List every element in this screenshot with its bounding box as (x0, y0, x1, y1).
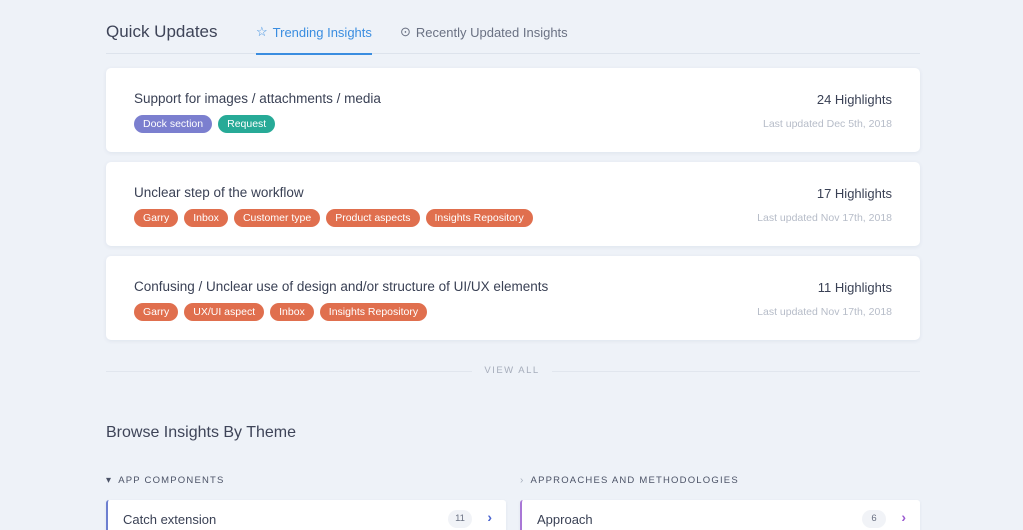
theme-count-badge: 6 (862, 510, 886, 528)
tag[interactable]: Request (218, 115, 276, 133)
group-label: APP COMPONENTS (118, 475, 225, 486)
highlights-count: 11 Highlights (817, 280, 892, 295)
chevron-down-icon: ▾ (106, 475, 113, 486)
theme-count-badge: 11 (448, 510, 472, 528)
insight-title: Unclear step of the workflow (134, 185, 304, 200)
tag[interactable]: UX/UI aspect (184, 303, 265, 321)
insight-title: Confusing / Unclear use of design and/or… (134, 279, 549, 294)
tag[interactable]: Product aspects (326, 209, 420, 227)
quick-updates-header: Quick Updates ☆ Trending Insights ⊙ Rece… (106, 8, 920, 55)
insight-card[interactable]: Unclear step of the workflow Garry Inbox… (106, 162, 920, 246)
star-icon: ☆ (256, 24, 268, 39)
tag[interactable]: Customer type (233, 209, 321, 227)
insight-title: Support for images / attachments / media (134, 91, 381, 106)
page: Quick Updates ☆ Trending Insights ⊙ Rece… (0, 0, 1023, 530)
highlights-count: 24 Highlights (816, 92, 892, 107)
theme-item-approach[interactable]: Approach 6 › (520, 500, 920, 530)
highlights-count: 17 Highlights (816, 186, 892, 201)
tag[interactable]: Dock section (134, 115, 213, 133)
group-toggle-app-components[interactable]: ▾ APP COMPONENTS (106, 475, 225, 486)
group-toggle-approaches[interactable]: › APPROACHES AND METHODOLOGIES (520, 475, 739, 486)
theme-label: Approach (537, 512, 593, 527)
theme-item-catch-extension[interactable]: Catch extension 11 › (106, 500, 506, 530)
last-updated: Last updated Dec 5th, 2018 (762, 118, 892, 130)
last-updated: Last updated Nov 17th, 2018 (757, 212, 892, 224)
chevron-right-icon: › (520, 475, 525, 486)
tag[interactable]: Garry (134, 303, 179, 321)
view-all-link[interactable]: VIEW ALL (472, 365, 552, 376)
last-updated: Last updated Nov 17th, 2018 (757, 306, 892, 318)
insight-card[interactable]: Support for images / attachments / media… (106, 68, 920, 152)
tab-recently-updated-insights[interactable]: ⊙ Recently Updated Insights (400, 25, 568, 55)
tag[interactable]: Garry (134, 209, 179, 227)
insight-tags: Garry Inbox Customer type Product aspect… (134, 209, 533, 227)
insight-tags: Garry UX/UI aspect Inbox Insights Reposi… (134, 303, 428, 321)
insight-tags: Dock section Request (134, 115, 276, 133)
tab-trending-insights[interactable]: ☆ Trending Insights (256, 25, 372, 55)
group-label: APPROACHES AND METHODOLOGIES (530, 475, 739, 486)
tag[interactable]: Insights Repository (425, 209, 533, 227)
quick-updates-title: Quick Updates (106, 22, 218, 41)
insight-card[interactable]: Confusing / Unclear use of design and/or… (106, 256, 920, 340)
tag[interactable]: Inbox (184, 209, 228, 227)
theme-label: Catch extension (123, 512, 217, 527)
chevron-right-icon[interactable]: › (487, 509, 492, 525)
tag[interactable]: Inbox (270, 303, 314, 321)
tab-trending-label: Trending Insights (272, 25, 372, 40)
tag[interactable]: Insights Repository (319, 303, 428, 321)
tab-recent-label: Recently Updated Insights (415, 25, 568, 40)
browse-title: Browse Insights By Theme (106, 424, 297, 441)
chevron-right-icon[interactable]: › (901, 509, 906, 525)
clock-icon: ⊙ (400, 24, 411, 39)
